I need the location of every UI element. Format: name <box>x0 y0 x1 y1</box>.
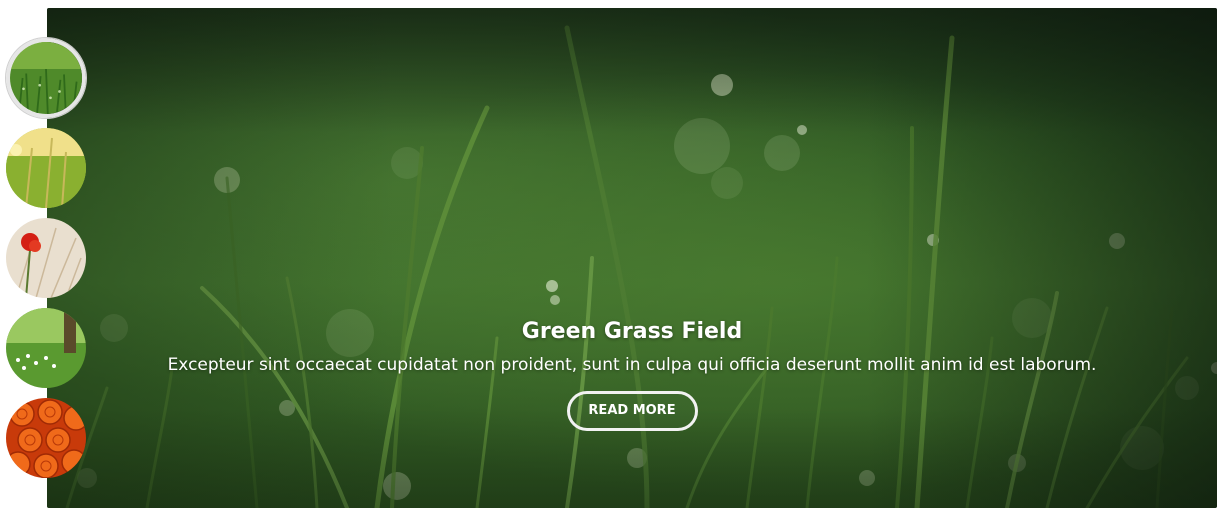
roses-thumbnail-image <box>6 398 86 478</box>
slide-caption: Green Grass Field Excepteur sint occaeca… <box>47 318 1217 431</box>
thumbnail-navigation <box>6 38 88 488</box>
slide-title: Green Grass Field <box>521 319 743 344</box>
slide-vignette <box>47 8 1217 508</box>
thumbnail-meadow[interactable] <box>6 308 86 388</box>
thumbnail-wheat[interactable] <box>6 128 86 208</box>
thumbnail-roses[interactable] <box>6 398 86 478</box>
thumbnail-poppy[interactable] <box>6 218 86 298</box>
slide-description: Excepteur sint occaecat cupidatat non pr… <box>167 355 1097 375</box>
read-more-button[interactable]: READ MORE <box>566 391 698 431</box>
slide-image-green-grass: Green Grass Field Excepteur sint occaeca… <box>47 8 1217 508</box>
thumbnail-grass[interactable] <box>6 38 86 118</box>
slider: Green Grass Field Excepteur sint occaeca… <box>0 0 1223 514</box>
wheat-thumbnail-image <box>6 128 86 208</box>
grass-thumbnail-image <box>10 42 82 114</box>
poppy-thumbnail-image <box>6 218 86 298</box>
meadow-thumbnail-image <box>6 308 86 388</box>
